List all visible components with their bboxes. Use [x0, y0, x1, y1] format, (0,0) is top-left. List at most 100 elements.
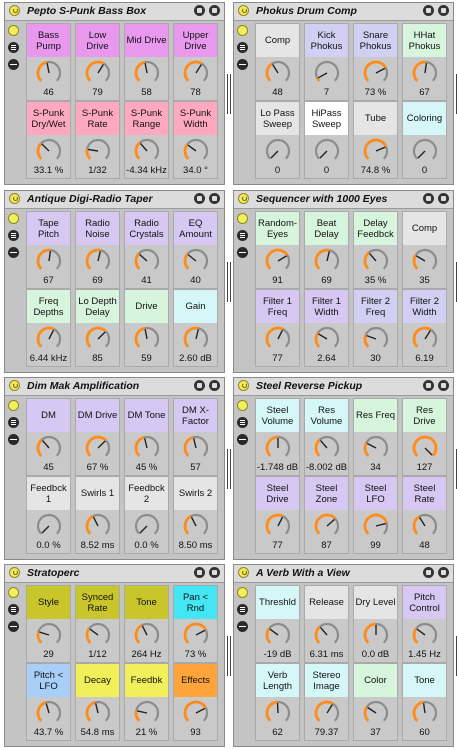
macro-control[interactable]: Pitch Control 1.45 Hz	[402, 585, 447, 663]
macro-knob[interactable]	[182, 325, 210, 353]
power-icon[interactable]	[9, 567, 20, 578]
macro-control[interactable]: Res Volume -8.002 dB	[304, 398, 349, 476]
macro-control[interactable]: Feedbck 1 0.0 %	[26, 476, 71, 554]
save-icon[interactable]	[209, 567, 220, 578]
macro-control[interactable]: Filter 1 Width 2.64	[304, 289, 349, 367]
macro-control[interactable]: Pitch < LFO 43.7 %	[26, 663, 71, 741]
macro-knob[interactable]	[133, 512, 161, 540]
hot-swap-icon[interactable]	[423, 193, 434, 204]
macro-control[interactable]: Style 29	[26, 585, 71, 663]
chain-list-icon[interactable]	[8, 230, 19, 241]
macro-knob[interactable]	[133, 325, 161, 353]
power-icon[interactable]	[238, 5, 249, 16]
macro-knob[interactable]	[35, 247, 63, 275]
macro-control[interactable]: Mid Drive 58	[124, 23, 169, 101]
macro-control[interactable]: Radio Noise 69	[75, 211, 120, 289]
macro-knob[interactable]	[362, 247, 390, 275]
chain-list-icon[interactable]	[237, 417, 248, 428]
macro-knob[interactable]	[264, 434, 292, 462]
macro-knob[interactable]	[133, 434, 161, 462]
macro-control[interactable]: Verb Length 62	[255, 663, 300, 741]
macro-knob[interactable]	[35, 137, 63, 165]
hot-swap-icon[interactable]	[423, 567, 434, 578]
macro-knob[interactable]	[182, 512, 210, 540]
macro-control[interactable]: S-Punk Dry/Wet 33.1 %	[26, 101, 71, 179]
macro-control[interactable]: Lo Pass Sweep 0	[255, 101, 300, 179]
macro-knob[interactable]	[84, 247, 112, 275]
macro-knob[interactable]	[411, 621, 439, 649]
macro-control[interactable]: Low Drive 79	[75, 23, 120, 101]
macro-knob[interactable]	[35, 59, 63, 87]
chain-list-icon[interactable]	[8, 604, 19, 615]
macro-knob[interactable]	[313, 59, 341, 87]
macro-control[interactable]: Radio Crystals 41	[124, 211, 169, 289]
macro-control[interactable]: Feedbck 2 0.0 %	[124, 476, 169, 554]
macro-control[interactable]: Dry Level 0.0 dB	[353, 585, 398, 663]
macro-control[interactable]: Res Drive 127	[402, 398, 447, 476]
hot-swap-icon[interactable]	[423, 5, 434, 16]
macro-control[interactable]: DM 45	[26, 398, 71, 476]
macro-control[interactable]: Coloring 0	[402, 101, 447, 179]
macro-control[interactable]: Delay Feedbck 35 %	[353, 211, 398, 289]
macro-control[interactable]: Filter 1 Freq 77	[255, 289, 300, 367]
macro-knob[interactable]	[84, 325, 112, 353]
macro-control[interactable]: Tape Pitch 67	[26, 211, 71, 289]
macro-control[interactable]: Swirls 2 8.50 ms	[173, 476, 218, 554]
collapse-icon[interactable]	[8, 434, 19, 445]
collapse-icon[interactable]	[8, 59, 19, 70]
collapse-icon[interactable]	[237, 434, 248, 445]
macro-knob[interactable]	[182, 247, 210, 275]
macro-control[interactable]: Kick Phokus 7	[304, 23, 349, 101]
macro-control[interactable]: Upper Drive 78	[173, 23, 218, 101]
power-icon[interactable]	[8, 400, 19, 411]
macro-knob[interactable]	[182, 434, 210, 462]
macro-knob[interactable]	[362, 699, 390, 727]
macro-knob[interactable]	[264, 699, 292, 727]
macro-knob[interactable]	[313, 247, 341, 275]
macro-knob[interactable]	[264, 512, 292, 540]
chain-list-icon[interactable]	[237, 42, 248, 53]
rack-resize-handle[interactable]	[227, 74, 231, 114]
macro-knob[interactable]	[362, 621, 390, 649]
macro-knob[interactable]	[133, 59, 161, 87]
macro-knob[interactable]	[411, 512, 439, 540]
macro-control[interactable]: Bass Pump 46	[26, 23, 71, 101]
macro-control[interactable]: Drive 59	[124, 289, 169, 367]
macro-control[interactable]: Color 37	[353, 663, 398, 741]
macro-control[interactable]: DM Tone 45 %	[124, 398, 169, 476]
power-icon[interactable]	[8, 587, 19, 598]
power-icon[interactable]	[238, 567, 249, 578]
macro-control[interactable]: Comp 48	[255, 23, 300, 101]
collapse-icon[interactable]	[237, 247, 248, 258]
macro-control[interactable]: Steel Zone 87	[304, 476, 349, 554]
macro-control[interactable]: Swirls 1 8.52 ms	[75, 476, 120, 554]
macro-control[interactable]: Freq Depths 6.44 kHz	[26, 289, 71, 367]
hot-swap-icon[interactable]	[194, 567, 205, 578]
collapse-icon[interactable]	[8, 621, 19, 632]
macro-control[interactable]: S-Punk Range -4.34 kHz	[124, 101, 169, 179]
macro-control[interactable]: Steel Volume -1.748 dB	[255, 398, 300, 476]
macro-control[interactable]: S-Punk Width 34.0 °	[173, 101, 218, 179]
macro-knob[interactable]	[362, 325, 390, 353]
macro-knob[interactable]	[182, 59, 210, 87]
macro-knob[interactable]	[182, 621, 210, 649]
macro-knob[interactable]	[84, 512, 112, 540]
macro-control[interactable]: Synced Rate 1/12	[75, 585, 120, 663]
macro-control[interactable]: Steel Drive 77	[255, 476, 300, 554]
collapse-icon[interactable]	[237, 59, 248, 70]
power-icon[interactable]	[237, 213, 248, 224]
power-icon[interactable]	[8, 213, 19, 224]
macro-knob[interactable]	[411, 325, 439, 353]
macro-knob[interactable]	[313, 325, 341, 353]
macro-knob[interactable]	[84, 137, 112, 165]
macro-control[interactable]: Steel Rate 48	[402, 476, 447, 554]
save-icon[interactable]	[209, 5, 220, 16]
chain-list-icon[interactable]	[8, 42, 19, 53]
macro-control[interactable]: Tone 60	[402, 663, 447, 741]
macro-control[interactable]: Res Freq 34	[353, 398, 398, 476]
macro-knob[interactable]	[313, 512, 341, 540]
macro-knob[interactable]	[35, 434, 63, 462]
macro-knob[interactable]	[362, 137, 390, 165]
macro-knob[interactable]	[35, 512, 63, 540]
power-icon[interactable]	[237, 587, 248, 598]
